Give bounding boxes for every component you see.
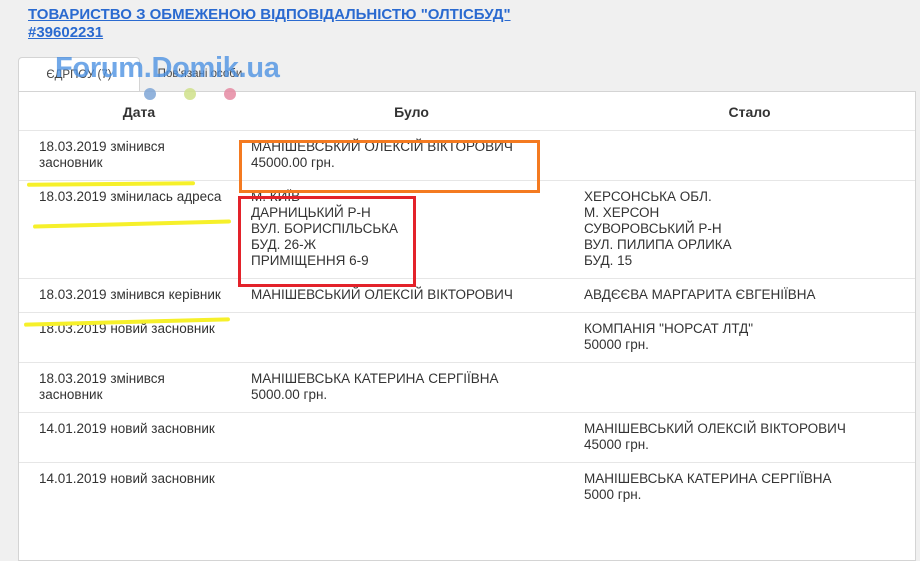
cell-became: МАНІШЕВСЬКА КАТЕРИНА СЕРГІЇВНА 5000 грн. [572, 462, 915, 512]
cell-was-line: МАНІШЕВСЬКА КАТЕРИНА СЕРГІЇВНА [251, 371, 499, 386]
cell-became-line: МАНІШЕВСЬКА КАТЕРИНА СЕРГІЇВНА [584, 471, 832, 486]
cell-date-line: засновник [39, 387, 103, 402]
cell-was [239, 462, 572, 512]
tab-edrpou[interactable]: ЄДРПОУ (7) [18, 57, 140, 92]
cell-became-line: ВУЛ. ПИЛИПА ОРЛИКА [584, 237, 732, 252]
watermark-dot [224, 88, 236, 100]
cell-became [572, 130, 915, 181]
cell-became: КОМПАНІЯ "НОРСАТ ЛТД" 50000 грн. [572, 312, 915, 363]
cell-became-line: 5000 грн. [584, 487, 642, 502]
cell-became-line: 45000 грн. [584, 437, 649, 452]
cell-date: 14.01.2019 новий засновник [19, 412, 239, 463]
cell-date: 18.03.2019 змінився засновник [19, 362, 239, 413]
cell-date: 18.03.2019 змінилась адреса [19, 180, 239, 279]
cell-became: АВДЄЄВА МАРГАРИТА ЄВГЕНІЇВНА [572, 278, 915, 313]
cell-date-line: 18.03.2019 змінився керівник [39, 287, 221, 302]
company-name-link[interactable]: ТОВАРИСТВО З ОБМЕЖЕНОЮ ВІДПОВІДАЛЬНІСТЮ … [28, 6, 511, 23]
cell-date: 14.01.2019 новий засновник [19, 462, 239, 512]
cell-date-line: 14.01.2019 новий засновник [39, 421, 215, 436]
tab-related-persons[interactable]: Пов'язані особи [150, 57, 250, 92]
cell-became-line: АВДЄЄВА МАРГАРИТА ЄВГЕНІЇВНА [584, 287, 816, 302]
cell-date: 18.03.2019 змінився керівник [19, 278, 239, 313]
cell-was [239, 312, 572, 363]
table-row: 14.01.2019 новий засновник МАНІШЕВСЬКА КА… [19, 462, 915, 512]
cell-became: ХЕРСОНСЬКА ОБЛ. М. ХЕРСОН СУВОРОВСЬКИЙ Р-Н… [572, 180, 915, 279]
company-id-link[interactable]: #39602231 [28, 24, 103, 41]
column-header-date: Дата [122, 104, 156, 120]
column-header-was: Було [394, 104, 429, 120]
page-title-clipped: ▀▀▀▀ ▀▀▀▀▀▀▀▀▀▀ ▀▀▀▀▀ [30, 0, 338, 1]
cell-was [239, 412, 572, 463]
table-row: 18.03.2019 змінилась адреса М. КИЇВ ДАРНИЦ… [19, 180, 915, 279]
column-header-became: Стало [728, 104, 771, 120]
watermark-dot [184, 88, 196, 100]
cell-was-line: МАНІШЕВСЬКИЙ ОЛЕКСІЙ ВІКТОРОВИЧ [251, 287, 513, 302]
table-header-row: Дата Було Стало [19, 104, 915, 131]
cell-date-line: 18.03.2019 змінився [39, 371, 165, 386]
cell-date-line: 14.01.2019 новий засновник [39, 471, 215, 486]
table-row: 14.01.2019 новий засновник МАНІШЕВСЬКИЙ О… [19, 412, 915, 463]
cell-became [572, 362, 915, 413]
annotation-box-red [238, 196, 416, 287]
cell-was-line: 5000.00 грн. [251, 387, 328, 402]
cell-date: 18.03.2019 змінився засновник [19, 130, 239, 181]
cell-date-line: 18.03.2019 змінився [39, 139, 165, 154]
table-row: 18.03.2019 змінився керівник МАНІШЕВСЬКИЙ… [19, 278, 915, 313]
cell-date-line: 18.03.2019 змінилась адреса [39, 189, 222, 204]
cell-became-line: МАНІШЕВСЬКИЙ ОЛЕКСІЙ ВІКТОРОВИЧ [584, 421, 846, 436]
cell-became-line: КОМПАНІЯ "НОРСАТ ЛТД" [584, 321, 754, 336]
cell-became-line: 50000 грн. [584, 337, 649, 352]
cell-became-line: М. ХЕРСОН [584, 205, 660, 220]
cell-became-line: СУВОРОВСЬКИЙ Р-Н [584, 221, 722, 236]
cell-date-line: засновник [39, 155, 103, 170]
cell-was: МАНІШЕВСЬКА КАТЕРИНА СЕРГІЇВНА 5000.00 гр… [239, 362, 572, 413]
cell-became-line: БУД. 15 [584, 253, 633, 268]
cell-became: МАНІШЕВСЬКИЙ ОЛЕКСІЙ ВІКТОРОВИЧ 45000 грн… [572, 412, 915, 463]
cell-became-line: ХЕРСОНСЬКА ОБЛ. [584, 189, 712, 204]
table-row: 18.03.2019 змінився засновник МАНІШЕВСЬКА … [19, 362, 915, 413]
annotation-box-orange [239, 140, 540, 193]
watermark-dot [144, 88, 156, 100]
